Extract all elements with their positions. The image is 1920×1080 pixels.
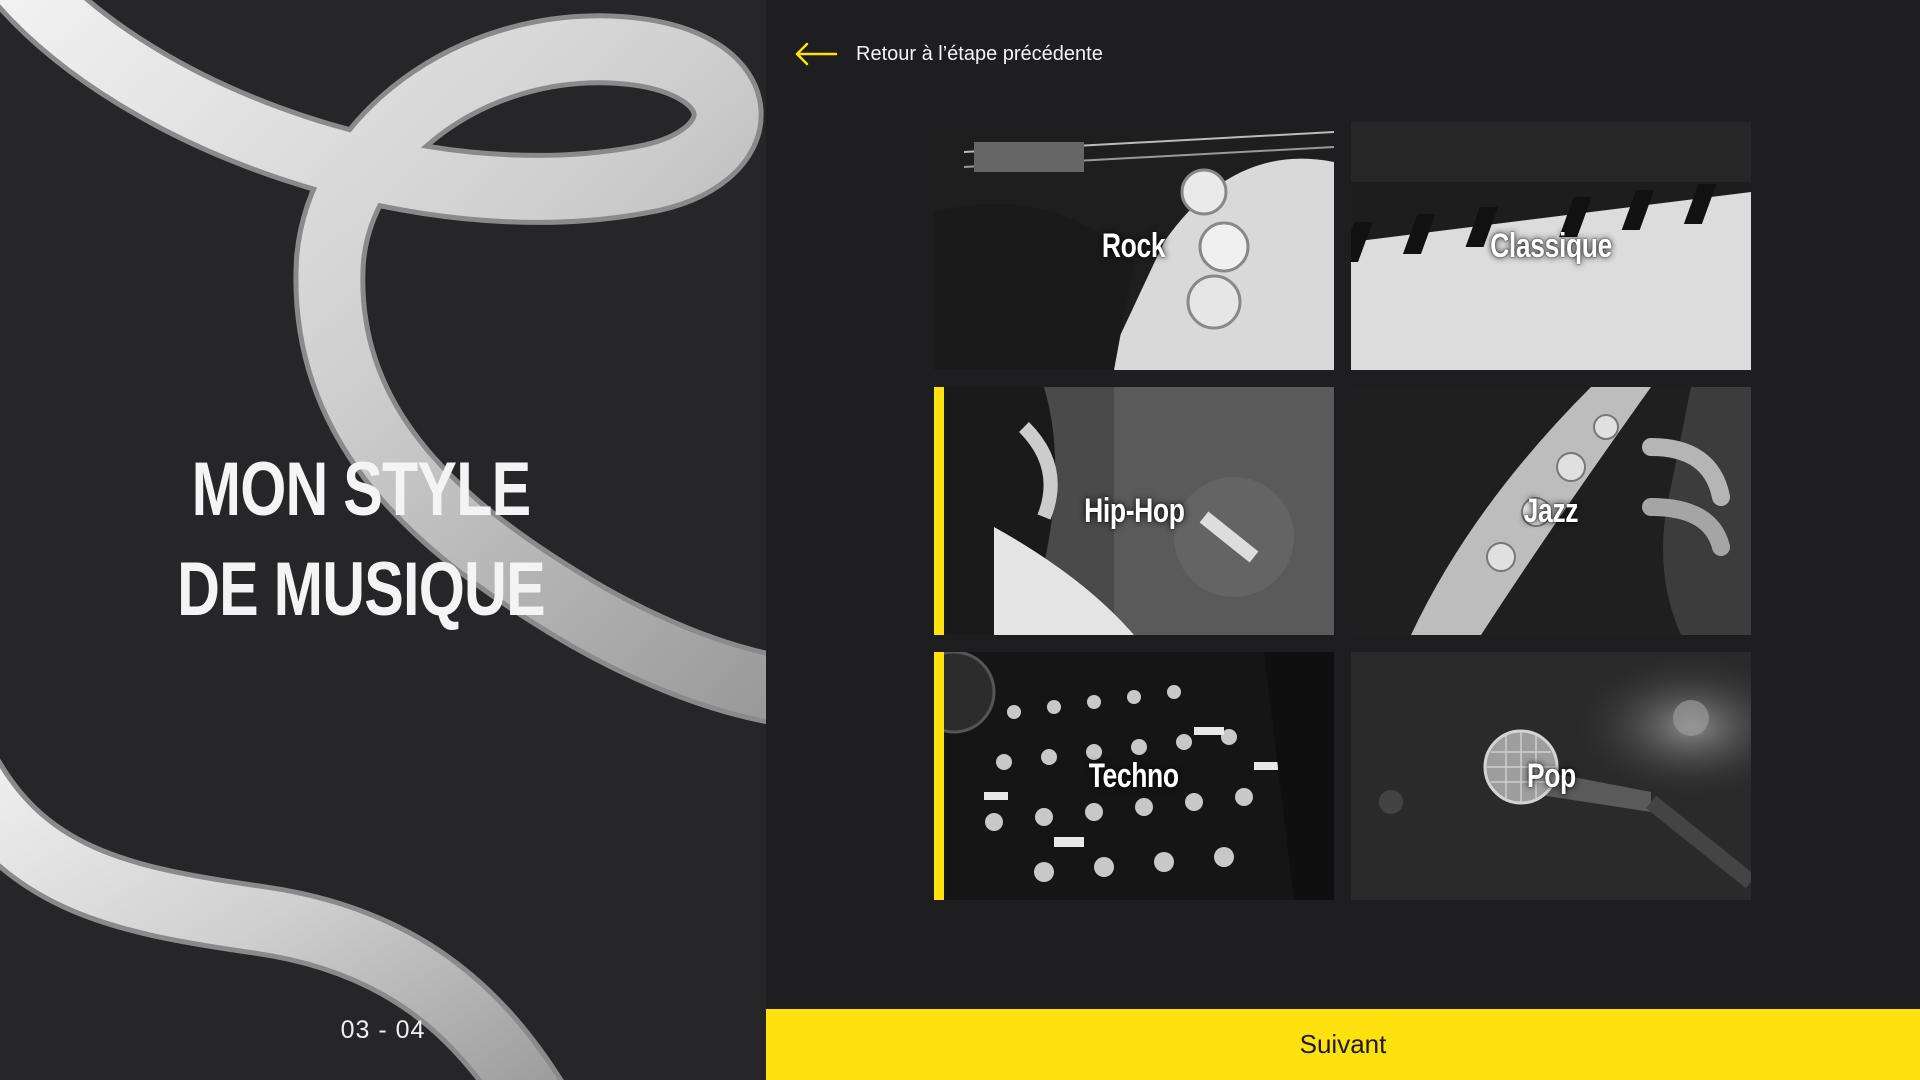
genre-card-classique[interactable]: Classique bbox=[1351, 122, 1751, 370]
genre-label-classique: Classique bbox=[1490, 226, 1612, 265]
arrow-left-icon bbox=[795, 42, 838, 66]
page-title-line2: DE MUSIQUE bbox=[177, 547, 545, 632]
genre-label-hip-hop: Hip-Hop bbox=[1083, 491, 1185, 530]
genre-card-pop[interactable]: Pop bbox=[1351, 652, 1751, 900]
back-link[interactable]: Retour à l’étape précédente bbox=[794, 38, 1103, 70]
genre-card-rock[interactable]: Rock bbox=[934, 122, 1334, 370]
left-panel: MON STYLE DE MUSIQUE 03 - 04 bbox=[0, 0, 766, 1080]
genre-card-techno[interactable]: Techno bbox=[934, 652, 1334, 900]
genre-label-techno: Techno bbox=[1089, 756, 1179, 795]
genre-label-rock: Rock bbox=[1102, 226, 1166, 265]
step-indicator: 03 - 04 bbox=[340, 1016, 426, 1044]
back-link-label: Retour à l’étape précédente bbox=[856, 42, 1103, 65]
page-title: MON STYLE DE MUSIQUE bbox=[79, 440, 642, 640]
genre-label-pop: Pop bbox=[1526, 756, 1576, 795]
page-title-line1: MON STYLE bbox=[191, 447, 532, 532]
next-button[interactable]: Suivant bbox=[766, 1009, 1920, 1080]
genre-label-jazz: Jazz bbox=[1523, 491, 1579, 530]
genre-card-jazz[interactable]: Jazz bbox=[1351, 387, 1751, 635]
genre-card-hip-hop[interactable]: Hip-Hop bbox=[934, 387, 1334, 635]
